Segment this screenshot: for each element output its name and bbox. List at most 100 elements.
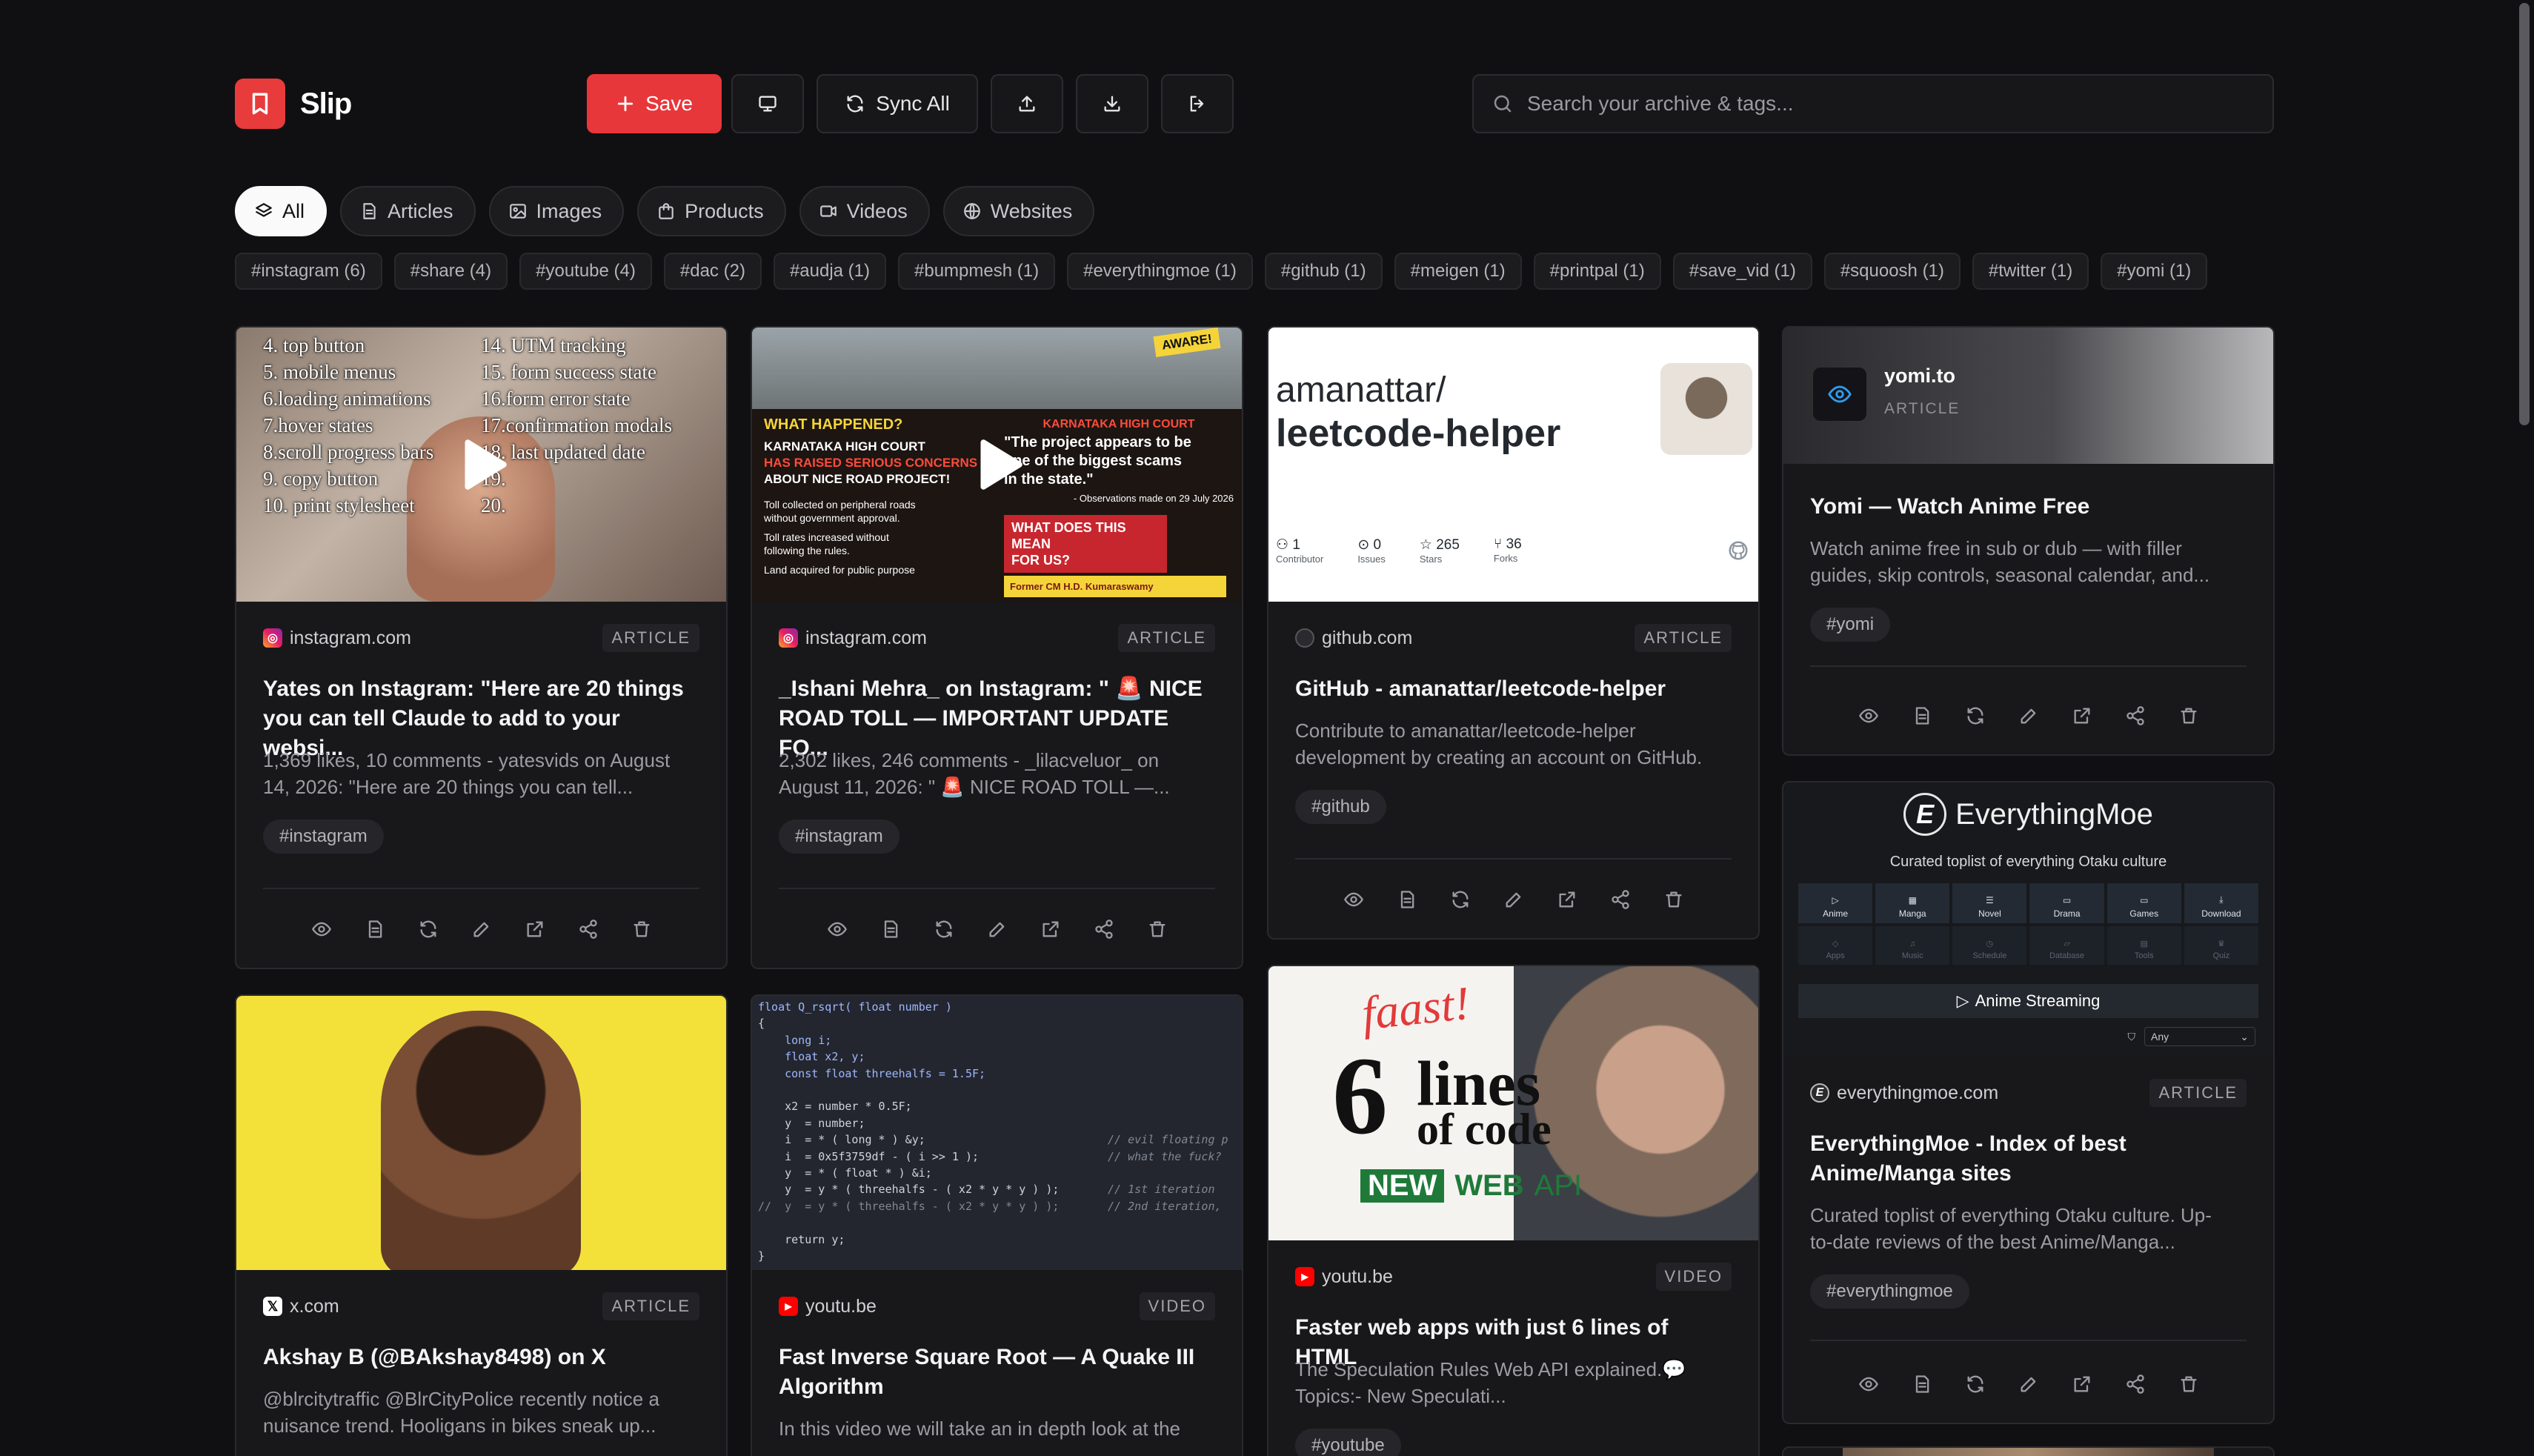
share-icon[interactable] [1094,919,1114,940]
card-title[interactable]: GitHub - amanattar/leetcode-helper [1295,674,1732,704]
card-title[interactable]: Akshay B (@BAkshay8498) on X [263,1343,699,1372]
tag-chip[interactable]: #github (1) [1264,253,1383,290]
stat-label: Forks [1493,553,1518,564]
tag-chip[interactable]: #printpal (1) [1533,253,1661,290]
bookmark-card[interactable]: 4. top button 5. mobile menus 6.loading … [235,326,728,969]
external-link-icon[interactable] [1557,889,1577,910]
thumbnail-line: 5. mobile menus [263,361,396,383]
bookmark-card[interactable] [1782,1446,2275,1456]
bookmark-card[interactable]: float Q_rsqrt( float number ) { long i; f… [751,994,1243,1456]
trash-icon[interactable] [2178,1374,2199,1394]
bookmark-card[interactable]: E EverythingMoe Curated toplist of every… [1782,781,2275,1424]
filter-products[interactable]: Products [637,186,786,236]
tag-chip[interactable]: #share (4) [393,253,508,290]
filter-all[interactable]: All [235,186,327,236]
play-icon[interactable] [448,431,515,498]
card-title[interactable]: Yomi — Watch Anime Free [1810,492,2247,522]
logout-button[interactable] [1161,74,1234,133]
document-icon[interactable] [1912,1374,1932,1394]
trash-icon[interactable] [631,919,652,940]
card-type-badge: ARTICLE [1118,624,1215,652]
view-icon[interactable] [311,919,332,940]
tag-chip[interactable]: #instagram (6) [235,253,382,290]
bookmark-card[interactable]: 𝕏 x.com ARTICLE Akshay B (@BAkshay8498) … [235,994,728,1456]
document-icon[interactable] [365,919,385,940]
bookmark-card[interactable]: AWARE! WHAT HAPPENED? KARNATAKA HIGH COU… [751,326,1243,969]
download-button[interactable] [1076,74,1148,133]
sync-all-button[interactable]: Sync All [817,74,978,133]
tag-chip[interactable]: #meigen (1) [1394,253,1522,290]
tag-chip[interactable]: #dac (2) [663,253,762,290]
card-tag[interactable]: #instagram [779,820,899,854]
code-line: i = * ( long * ) &y; [758,1133,925,1147]
play-icon[interactable] [964,431,1031,498]
refresh-icon[interactable] [1965,705,1986,726]
tag-chip[interactable]: #bumpmesh (1) [898,253,1056,290]
card-tag[interactable]: #everythingmoe [1810,1274,1969,1309]
refresh-icon [847,95,863,113]
video-thumbnail[interactable]: 4. top button 5. mobile menus 6.loading … [236,328,726,602]
external-link-icon[interactable] [2072,705,2092,726]
card-tag[interactable]: #yomi [1810,608,1891,642]
document-icon[interactable] [1912,705,1932,726]
external-link-icon[interactable] [2072,1374,2092,1394]
filter-websites[interactable]: Websites [942,186,1095,236]
card-title[interactable]: Fast Inverse Square Root — A Quake III A… [779,1343,1215,1402]
display-button[interactable] [731,74,804,133]
search-input[interactable] [1527,92,2238,116]
save-button-label: Save [645,92,693,115]
refresh-icon[interactable] [1965,1374,1986,1394]
document-icon[interactable] [880,919,901,940]
view-icon[interactable] [1858,705,1879,726]
app-logo[interactable]: Slip [235,79,352,129]
domain-text: youtu.be [1322,1266,1393,1287]
view-icon[interactable] [827,919,848,940]
video-thumbnail[interactable]: faast! 6 lines of code NEW WEB API [1268,966,1758,1240]
bookmark-card[interactable]: amanattar/ leetcode-helper ⚇ 1 Contributo… [1267,326,1760,940]
bookmark-card[interactable]: faast! 6 lines of code NEW WEB API ▶ you… [1267,965,1760,1456]
card-tag[interactable]: #instagram [263,820,384,854]
card-tag[interactable]: #github [1295,790,1386,824]
edit-icon[interactable] [2018,705,2039,726]
tag-chip[interactable]: #twitter (1) [1972,253,2089,290]
tag-chip[interactable]: #squoosh (1) [1823,253,1961,290]
external-link-icon[interactable] [1040,919,1061,940]
trash-icon[interactable] [2178,705,2199,726]
upload-button[interactable] [991,74,1063,133]
trash-icon[interactable] [1147,919,1168,940]
bookmark-card[interactable]: yomi.to ARTICLE Yomi — Watch Anime Free … [1782,326,2275,756]
view-icon[interactable] [1858,1374,1879,1394]
tag-chip[interactable]: #youtube (4) [519,253,652,290]
trash-icon[interactable] [1663,889,1684,910]
edit-icon[interactable] [2018,1374,2039,1394]
tag-chip[interactable]: #audja (1) [773,253,887,290]
share-icon[interactable] [2125,1374,2146,1394]
search-bar[interactable] [1472,74,2274,133]
refresh-icon[interactable] [934,919,954,940]
filter-articles[interactable]: Articles [340,186,476,236]
tag-chip[interactable]: #save_vid (1) [1672,253,1812,290]
edit-icon[interactable] [987,919,1008,940]
view-icon[interactable] [1343,889,1364,910]
save-button[interactable]: Save [587,74,722,133]
tag-chip[interactable]: #yomi (1) [2101,253,2208,290]
video-thumbnail[interactable]: float Q_rsqrt( float number ) { long i; f… [752,996,1242,1270]
refresh-icon[interactable] [418,919,439,940]
filter-videos[interactable]: Videos [799,186,930,236]
refresh-icon[interactable] [1450,889,1471,910]
share-icon[interactable] [1610,889,1631,910]
scrollbar-thumb[interactable] [2519,3,2530,425]
card-tag[interactable]: #youtube [1295,1429,1401,1456]
card-description-line: Curated toplist of everything Otaku cult… [1810,1204,2212,1226]
edit-icon[interactable] [471,919,492,940]
tag-chip[interactable]: #everythingmoe (1) [1067,253,1253,290]
edit-icon[interactable] [1503,889,1524,910]
filter-images[interactable]: Images [488,186,625,236]
video-thumbnail[interactable]: AWARE! WHAT HAPPENED? KARNATAKA HIGH COU… [752,328,1242,602]
card-title[interactable]: EverythingMoe - Index of best Anime/Mang… [1810,1129,2247,1189]
document-icon[interactable] [1397,889,1417,910]
document-icon [363,203,376,219]
share-icon[interactable] [578,919,599,940]
external-link-icon[interactable] [525,919,545,940]
share-icon[interactable] [2125,705,2146,726]
